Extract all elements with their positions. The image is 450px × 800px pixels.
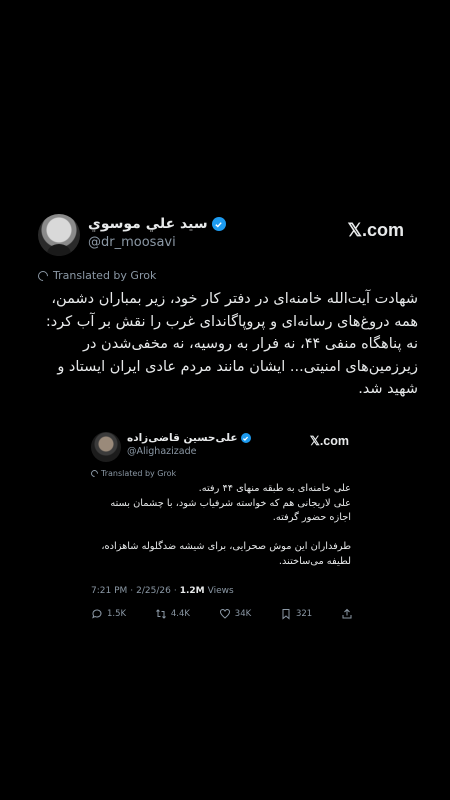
tweet-header: سيد علي موسوي @dr_moosavi 𝕏.com: [38, 212, 418, 260]
quoted-author-name-row: علی‌حسین قاضی‌زاده: [127, 432, 251, 444]
translated-label: Translated by Grok: [53, 269, 157, 282]
quoted-author-avatar[interactable]: [91, 432, 121, 462]
repost-count: 4.4K: [170, 609, 190, 619]
translated-by-grok: Translated by Grok: [35, 268, 157, 283]
quoted-author-display-name[interactable]: علی‌حسین قاضی‌زاده: [127, 432, 238, 444]
tweet-text-line: شهید شد.: [358, 381, 418, 397]
tweet-text-line: زیرزمین‌های امنیتی... ایشان مانند مردم ع…: [57, 358, 418, 375]
reply-icon: [92, 609, 102, 619]
tweet-text-line: نه پناهگاه منفی ۴۴، نه فرار به روسیه، نه…: [82, 336, 418, 352]
share-icon: [342, 608, 352, 619]
quoted-author-name-block: علی‌حسین قاضی‌زاده @Alighazizade: [127, 432, 251, 457]
meta-separator: ·: [173, 586, 177, 596]
quoted-translated-by-grok: Translated by Grok: [89, 468, 177, 479]
quoted-text-line: اجازه حضور گرفته.: [272, 512, 351, 523]
reply-count: 1.5K: [107, 609, 127, 619]
author-handle[interactable]: @dr_moosavi: [88, 235, 226, 250]
bookmark-count: 321: [295, 609, 313, 619]
quoted-grok-icon: [89, 468, 100, 479]
quoted-tweet-actions: 1.5K 4.4K 34K 321: [91, 608, 353, 620]
like-count: 34K: [234, 609, 252, 619]
quoted-translated-label: Translated by Grok: [101, 469, 177, 478]
quoted-text-gap: [91, 526, 351, 541]
bookmark-button[interactable]: 321: [280, 608, 312, 620]
quoted-text-line: علی خامنه‌ای به طبقه منهای ۴۴ رفته.: [198, 483, 351, 494]
reply-button[interactable]: 1.5K: [91, 608, 126, 620]
like-button[interactable]: 34K: [219, 608, 251, 620]
author-avatar[interactable]: [38, 214, 80, 256]
author-display-name[interactable]: سيد علي موسوي: [88, 216, 208, 232]
repost-icon: [156, 609, 166, 619]
grok-icon: [35, 268, 51, 283]
author-name-row: سيد علي موسوي: [88, 216, 226, 232]
meta-separator: ·: [130, 586, 134, 596]
quoted-tweet-card[interactable]: علی‌حسین قاضی‌زاده @Alighazizade 𝕏.com T…: [80, 418, 380, 643]
share-button[interactable]: [341, 608, 353, 620]
quoted-text-line: طرفداران این موش صحرایی، برای شیشه ضدگلو…: [101, 541, 351, 552]
quoted-text-line: علی لاریجانی هم که خواسته شرفیاب شود، با…: [110, 497, 351, 509]
x-logo: 𝕏.com: [347, 220, 404, 240]
verified-badge-icon: [211, 217, 226, 231]
author-name-block: سيد علي موسوي @dr_moosavi: [88, 216, 226, 250]
quoted-time[interactable]: 7:21 PM: [91, 586, 127, 596]
quoted-tweet-text: علی خامنه‌ای به طبقه منهای ۴۴ رفته. علی …: [91, 482, 351, 569]
heart-icon: [219, 609, 230, 619]
repost-button[interactable]: 4.4K: [155, 608, 190, 620]
tweet-text: شهادت آیت‌الله خامنه‌ای در دفتر کار خود،…: [38, 288, 418, 401]
quoted-tweet-meta: 7:21 PM · 2/25/26 · 1.2M Views: [91, 586, 234, 596]
quoted-text-line: لطیفه می‌ساختند.: [278, 555, 351, 567]
tweet-text-line: همه دروغ‌های رسانه‌ای و پروپاگاندای غرب …: [45, 313, 418, 330]
tweet-text-line: شهادت آیت‌الله خامنه‌ای در دفتر کار خود،…: [51, 291, 418, 307]
quoted-date[interactable]: 2/25/26: [136, 586, 171, 596]
quoted-verified-badge-icon: [240, 433, 251, 443]
quoted-views-label: Views: [207, 586, 234, 596]
quoted-x-logo: 𝕏.com: [309, 434, 349, 448]
quoted-author-handle[interactable]: @Alighazizade: [127, 446, 251, 457]
quoted-views-count: 1.2M: [179, 586, 205, 596]
bookmark-icon: [282, 609, 290, 620]
